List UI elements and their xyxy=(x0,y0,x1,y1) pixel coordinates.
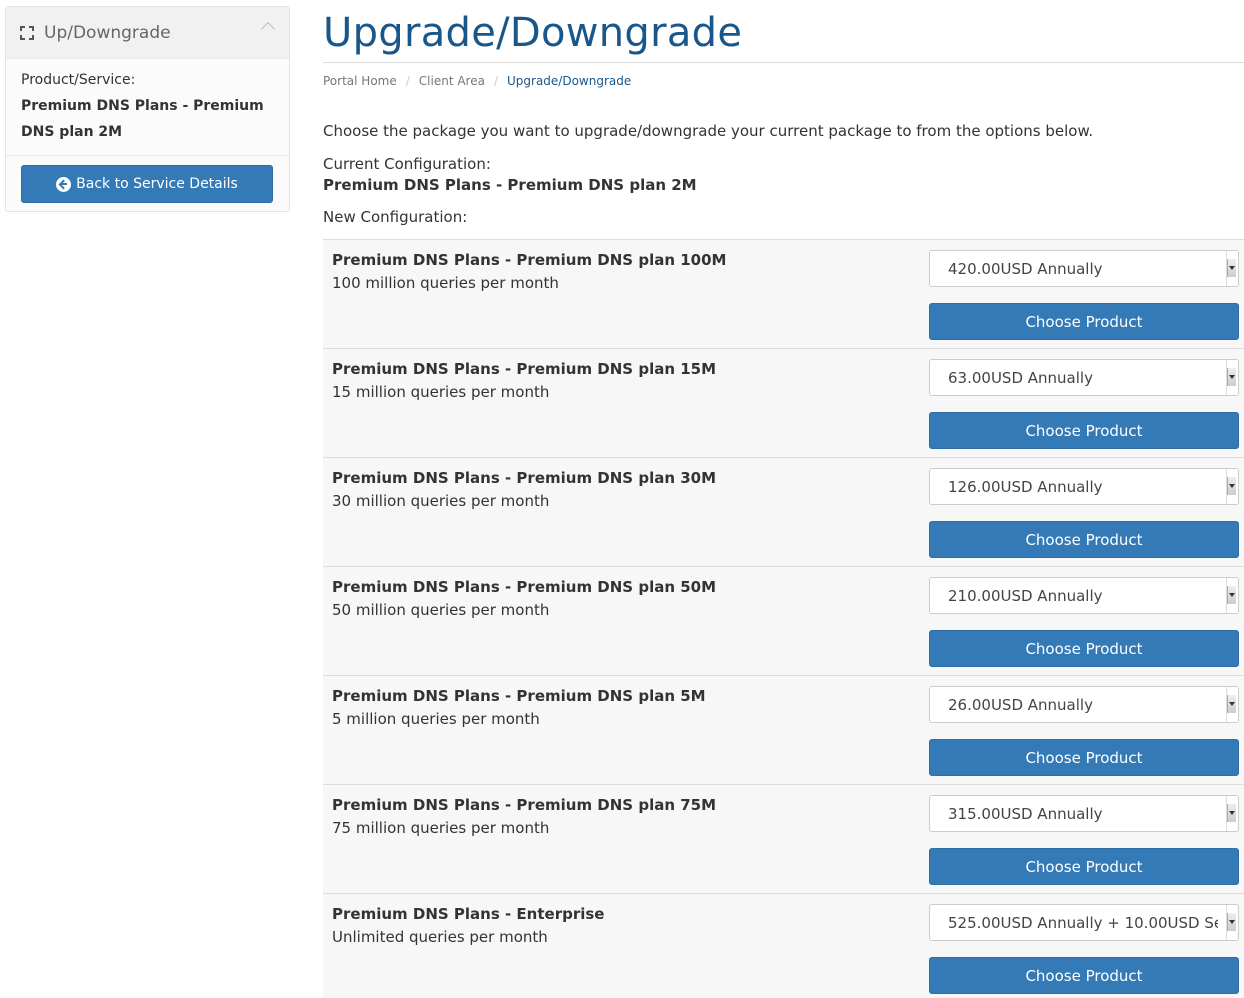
plan-row: Premium DNS Plans - Premium DNS plan 75M… xyxy=(323,784,1244,893)
select-value: 525.00USD Annually + 10.00USD Setu xyxy=(948,913,1218,932)
current-config-label: Current Configuration: xyxy=(323,155,491,173)
billing-cycle-select[interactable]: 420.00USD Annually xyxy=(929,250,1239,287)
choose-product-button[interactable]: Choose Product xyxy=(929,303,1239,340)
back-to-service-details-button[interactable]: Back to Service Details xyxy=(21,165,273,203)
plan-list: Premium DNS Plans - Premium DNS plan 100… xyxy=(323,239,1244,998)
billing-cycle-select[interactable]: 525.00USD Annually + 10.00USD Setu xyxy=(929,904,1239,941)
plan-description: 5 million queries per month xyxy=(332,710,540,728)
choose-product-button[interactable]: Choose Product xyxy=(929,957,1239,994)
main-content: Upgrade/Downgrade Portal Home / Client A… xyxy=(323,0,1244,998)
plan-description: 75 million queries per month xyxy=(332,819,550,837)
select-value: 126.00USD Annually xyxy=(948,477,1103,496)
intro-text: Choose the package you want to upgrade/d… xyxy=(323,122,1094,140)
current-config-value: Premium DNS Plans - Premium DNS plan 2M xyxy=(323,176,697,194)
select-value: 315.00USD Annually xyxy=(948,804,1103,823)
dropdown-arrow-icon xyxy=(1226,251,1238,286)
billing-cycle-select[interactable]: 210.00USD Annually xyxy=(929,577,1239,614)
select-value: 210.00USD Annually xyxy=(948,586,1103,605)
plan-row: Premium DNS Plans - Premium DNS plan 5M … xyxy=(323,675,1244,784)
choose-product-button[interactable]: Choose Product xyxy=(929,521,1239,558)
breadcrumb-current: Upgrade/Downgrade xyxy=(507,74,632,88)
plan-description: 100 million queries per month xyxy=(332,274,559,292)
sidebar-title: Up/Downgrade xyxy=(44,22,171,43)
back-button-label: Back to Service Details xyxy=(76,176,238,192)
billing-cycle-select[interactable]: 63.00USD Annually xyxy=(929,359,1239,396)
choose-product-button[interactable]: Choose Product xyxy=(929,739,1239,776)
arrow-circle-left-icon xyxy=(56,176,72,192)
breadcrumb-client-area[interactable]: Client Area xyxy=(419,74,485,88)
breadcrumb-separator: / xyxy=(405,74,410,88)
choose-product-button[interactable]: Choose Product xyxy=(929,412,1239,449)
chevron-up-icon[interactable] xyxy=(260,21,276,37)
plan-row: Premium DNS Plans - Premium DNS plan 15M… xyxy=(323,348,1244,457)
plan-description: 15 million queries per month xyxy=(332,383,550,401)
sidebar-body: Product/Service: Premium DNS Plans - Pre… xyxy=(6,59,289,156)
select-value: 26.00USD Annually xyxy=(948,695,1093,714)
billing-cycle-select[interactable]: 26.00USD Annually xyxy=(929,686,1239,723)
dropdown-arrow-icon xyxy=(1226,905,1238,940)
billing-cycle-select[interactable]: 315.00USD Annually xyxy=(929,795,1239,832)
plan-description: 30 million queries per month xyxy=(332,492,550,510)
dropdown-arrow-icon xyxy=(1226,687,1238,722)
product-value-line-1: Premium DNS Plans - Premium xyxy=(21,98,264,114)
plan-name: Premium DNS Plans - Premium DNS plan 15M xyxy=(332,360,717,378)
sidebar-footer: Back to Service Details xyxy=(6,156,289,212)
title-divider xyxy=(323,62,1244,63)
sidebar-panel: Up/Downgrade Product/Service: Premium DN… xyxy=(5,6,290,212)
plan-name: Premium DNS Plans - Premium DNS plan 30M xyxy=(332,469,717,487)
choose-product-button[interactable]: Choose Product xyxy=(929,848,1239,885)
plan-name: Premium DNS Plans - Premium DNS plan 50M xyxy=(332,578,717,596)
choose-product-button[interactable]: Choose Product xyxy=(929,630,1239,667)
product-value-line-2: DNS plan 2M xyxy=(21,124,123,140)
new-config-label: New Configuration: xyxy=(323,208,468,226)
breadcrumb: Portal Home / Client Area / Upgrade/Down… xyxy=(323,73,1244,89)
select-value: 420.00USD Annually xyxy=(948,259,1103,278)
dropdown-arrow-icon xyxy=(1226,360,1238,395)
select-value: 63.00USD Annually xyxy=(948,368,1093,387)
plan-row: Premium DNS Plans - Premium DNS plan 30M… xyxy=(323,457,1244,566)
plan-row: Premium DNS Plans - Premium DNS plan 100… xyxy=(323,239,1244,348)
breadcrumb-portal-home[interactable]: Portal Home xyxy=(323,74,397,88)
sidebar-header[interactable]: Up/Downgrade xyxy=(6,7,289,59)
plan-name: Premium DNS Plans - Premium DNS plan 75M xyxy=(332,796,717,814)
dropdown-arrow-icon xyxy=(1226,469,1238,504)
plan-row: Premium DNS Plans - Enterprise Unlimited… xyxy=(323,893,1244,998)
plan-description: Unlimited queries per month xyxy=(332,928,548,946)
plan-name: Premium DNS Plans - Premium DNS plan 5M xyxy=(332,687,706,705)
product-value: Premium DNS Plans - Premium DNS plan 2M xyxy=(21,93,274,145)
billing-cycle-select[interactable]: 126.00USD Annually xyxy=(929,468,1239,505)
plan-name: Premium DNS Plans - Enterprise xyxy=(332,905,605,923)
plan-name: Premium DNS Plans - Premium DNS plan 100… xyxy=(332,251,727,269)
plan-description: 50 million queries per month xyxy=(332,601,550,619)
plan-row: Premium DNS Plans - Premium DNS plan 50M… xyxy=(323,566,1244,675)
dropdown-arrow-icon xyxy=(1226,796,1238,831)
product-label: Product/Service: xyxy=(21,72,136,88)
dropdown-arrow-icon xyxy=(1226,578,1238,613)
page-title: Upgrade/Downgrade xyxy=(323,10,743,56)
expand-icon xyxy=(20,25,34,40)
breadcrumb-separator: / xyxy=(493,74,498,88)
